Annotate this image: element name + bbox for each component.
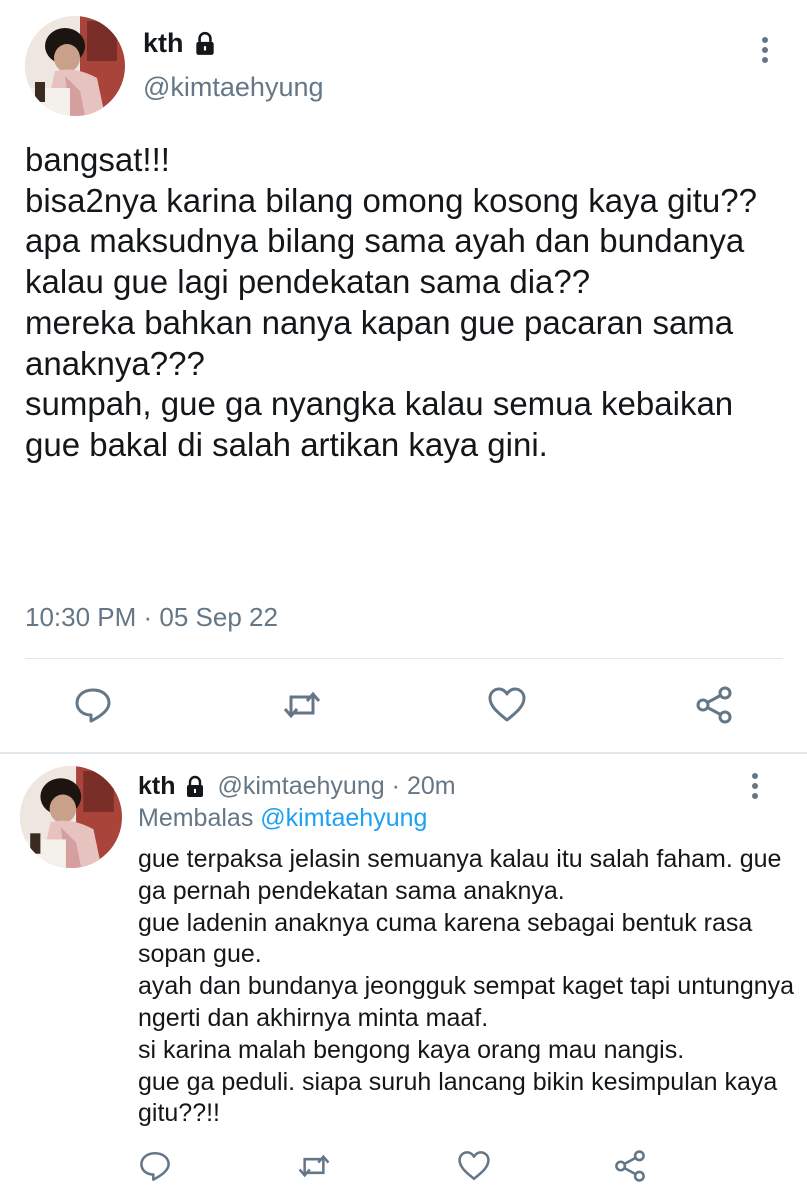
author-handle[interactable]: @kimtaehyung [218,772,385,801]
divider [25,658,783,659]
retweet-icon[interactable] [282,685,322,725]
share-icon[interactable] [694,685,734,725]
lock-icon [186,775,203,797]
author-name[interactable]: kth [143,28,184,59]
main-tweet: kth @kimtaehyung bangsat!!! bisa2nya kar… [0,0,807,755]
retweet-icon[interactable] [297,1149,331,1183]
author-name-row[interactable]: kth [143,28,218,59]
reply-timestamp[interactable]: 20m [407,772,456,801]
separator-dot: · [391,772,400,800]
tweet-text: bangsat!!! bisa2nya karina bilang omong … [25,141,757,463]
like-icon[interactable] [457,1149,491,1183]
author-handle[interactable]: @kimtaehyung [143,72,324,103]
more-icon[interactable] [750,771,760,801]
lock-icon [195,31,214,55]
more-icon[interactable] [760,35,770,65]
like-icon[interactable] [487,685,527,725]
reply-icon[interactable] [138,1149,172,1183]
reply-icon[interactable] [73,685,113,725]
tweet-timestamp[interactable]: 10:30 PM · 05 Sep 22 [25,602,278,633]
reply-header: kth @kimtaehyung · 20m [138,772,456,801]
share-icon[interactable] [613,1149,647,1183]
replying-to: Membalas @kimtaehyung [138,804,427,833]
replying-prefix: Membalas [138,804,254,832]
avatar[interactable] [20,766,122,868]
avatar[interactable] [25,16,125,116]
replying-mention[interactable]: @kimtaehyung [260,804,427,832]
reply-tweet[interactable]: kth @kimtaehyung · 20m Membalas @kimtaeh… [0,754,807,1200]
author-name[interactable]: kth [138,772,176,801]
avatar-image [20,766,122,868]
avatar-image [25,16,125,116]
reply-text: gue terpaksa jelasin semuanya kalau itu … [138,845,795,1128]
